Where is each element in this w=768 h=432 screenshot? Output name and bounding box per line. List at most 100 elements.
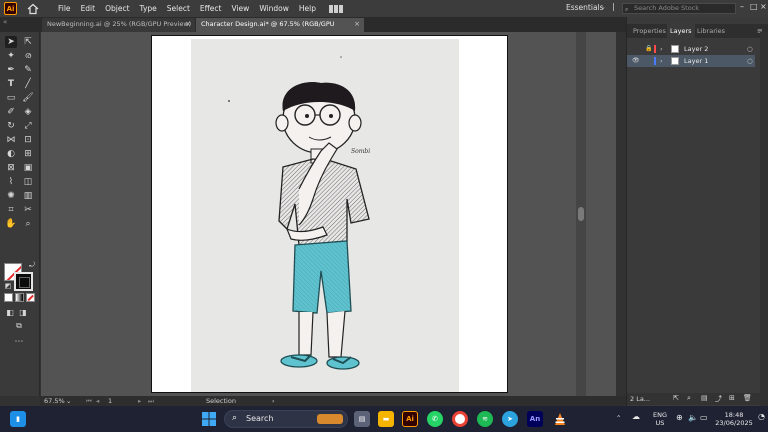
mesh-tool-icon[interactable]: ⊠ <box>5 162 17 174</box>
delete-layer-icon[interactable]: 🗑 <box>743 394 752 402</box>
artboard-tool-icon[interactable]: ⌗ <box>5 204 17 216</box>
first-artboard-icon[interactable]: ⏮ <box>86 397 92 406</box>
clock[interactable]: 18:48 23/06/2025 <box>714 411 754 427</box>
magic-wand-tool-icon[interactable]: ✦ <box>5 50 17 62</box>
gradient-mode-icon[interactable] <box>15 293 24 302</box>
shape-builder-tool-icon[interactable]: ◐ <box>5 148 17 160</box>
close-tab-icon[interactable]: × <box>185 18 191 31</box>
chevron-down-icon[interactable]: ⌄ <box>66 397 71 405</box>
stroke-swatch[interactable] <box>14 272 33 291</box>
globe-icon[interactable]: ⊕ <box>676 414 683 422</box>
arrange-documents-icon[interactable] <box>329 4 343 13</box>
rotate-tool-icon[interactable]: ↻ <box>5 120 17 132</box>
lasso-tool-icon[interactable]: ര <box>22 50 34 62</box>
menu-object[interactable]: Object <box>100 4 134 13</box>
target-icon[interactable]: ○ <box>747 43 753 55</box>
maximize-icon[interactable]: □ <box>750 2 758 11</box>
volume-icon[interactable]: 🔈 <box>688 414 698 422</box>
slice-tool-icon[interactable]: ✂ <box>22 204 34 216</box>
rectangle-tool-icon[interactable]: ▭ <box>5 92 17 104</box>
menu-view[interactable]: View <box>227 4 255 13</box>
eraser-tool-icon[interactable]: ◈ <box>22 106 34 118</box>
new-layer-icon[interactable]: ⊞ <box>729 394 735 402</box>
width-tool-icon[interactable]: ⋈ <box>5 134 17 146</box>
tab-newbeginning[interactable]: NewBeginning.ai @ 25% (RGB/GPU Preview) … <box>42 18 195 32</box>
hand-tool-icon[interactable]: ✋ <box>5 218 17 230</box>
widgets-icon[interactable]: ▮ <box>10 411 26 427</box>
menu-effect[interactable]: Effect <box>195 4 227 13</box>
minimize-icon[interactable]: – <box>740 2 744 11</box>
previous-artboard-icon[interactable]: ◂ <box>96 397 99 405</box>
zoom-tool-icon[interactable]: ⌕ <box>22 218 34 230</box>
close-tab-icon[interactable]: × <box>354 18 360 31</box>
task-view-icon[interactable]: ▤ <box>354 411 370 427</box>
collapse-panel-icon[interactable]: « <box>3 18 7 26</box>
pen-tool-icon[interactable]: ✒ <box>5 64 17 76</box>
menu-type[interactable]: Type <box>135 4 162 13</box>
default-fill-stroke-icon[interactable]: ◩ <box>2 280 14 292</box>
scale-tool-icon[interactable]: ⤢ <box>22 120 34 132</box>
stock-search-input[interactable]: ⌕ Search Adobe Stock <box>622 3 736 14</box>
layer-name[interactable]: Layer 1 <box>684 55 708 67</box>
gradient-tool-icon[interactable]: ▣ <box>22 162 34 174</box>
more-tools-icon[interactable]: ⋯ <box>13 336 25 348</box>
chevron-right-icon[interactable]: › <box>660 55 663 67</box>
sketch-image[interactable]: Sombi <box>191 39 459 392</box>
selection-tool-icon[interactable]: ➤ <box>5 36 17 48</box>
eyedropper-tool-icon[interactable]: ⌇ <box>5 176 17 188</box>
notification-icon[interactable]: ◔ <box>758 413 765 421</box>
chrome-icon[interactable] <box>452 411 468 427</box>
artboard-number[interactable]: 1 <box>108 397 112 405</box>
start-icon[interactable] <box>201 411 217 427</box>
menu-edit[interactable]: Edit <box>76 4 101 13</box>
home-icon[interactable] <box>27 3 39 15</box>
layer-row-layer-1[interactable]: 👁 › Layer 1 ○ <box>627 55 755 67</box>
whatsapp-icon[interactable]: ✆ <box>427 411 443 427</box>
export-icon[interactable]: ⇱ <box>673 394 679 402</box>
document-canvas[interactable]: Sombi <box>41 32 616 396</box>
weather-icon[interactable]: ☁ <box>632 413 640 421</box>
telegram-icon[interactable]: ➤ <box>502 411 518 427</box>
canvas-vertical-scrollbar[interactable] <box>576 32 586 396</box>
swap-fill-stroke-icon[interactable]: ⤾ <box>26 259 38 271</box>
tab-libraries[interactable]: Libraries <box>697 24 725 38</box>
animate-icon[interactable]: An <box>527 411 543 427</box>
shaper-tool-icon[interactable]: ✐ <box>5 106 17 118</box>
symbol-sprayer-tool-icon[interactable]: ✺ <box>5 190 17 202</box>
zoom-level[interactable]: 67.5% <box>44 397 65 405</box>
menu-help[interactable]: Help <box>294 4 321 13</box>
tab-layers[interactable]: Layers <box>667 24 695 38</box>
free-transform-tool-icon[interactable]: ⊡ <box>22 134 34 146</box>
eye-icon[interactable]: 👁 <box>632 55 640 67</box>
screen-mode-icon[interactable]: ⧉ <box>13 320 25 332</box>
draw-normal-icon[interactable]: ◧ <box>4 306 16 318</box>
clipping-mask-icon[interactable]: ▤ <box>701 394 708 402</box>
line-tool-icon[interactable]: ╱ <box>22 78 34 90</box>
chevron-right-icon[interactable]: › <box>660 43 663 55</box>
next-artboard-icon[interactable]: ▸ <box>138 397 141 405</box>
scrollbar-thumb[interactable] <box>578 207 584 221</box>
target-icon[interactable]: ○ <box>747 55 753 67</box>
direct-selection-tool-icon[interactable]: ⇱ <box>22 36 34 48</box>
illustrator-icon[interactable]: Ai <box>402 411 418 427</box>
lock-icon[interactable]: 🔒 <box>645 43 652 55</box>
close-icon[interactable]: × <box>760 2 767 11</box>
menu-select[interactable]: Select <box>162 4 195 13</box>
chevron-right-icon[interactable]: › <box>272 397 275 405</box>
chevron-down-icon[interactable]: ⌄ <box>600 3 606 11</box>
perspective-grid-tool-icon[interactable]: ⊞ <box>22 148 34 160</box>
menu-window[interactable]: Window <box>254 4 294 13</box>
column-graph-tool-icon[interactable]: ▥ <box>22 190 34 202</box>
color-mode-icon[interactable] <box>4 293 13 302</box>
artboard[interactable]: Sombi <box>151 35 508 393</box>
file-explorer-icon[interactable]: ▬ <box>378 411 394 427</box>
blend-tool-icon[interactable]: ◫ <box>22 176 34 188</box>
chevron-up-icon[interactable]: ⌃ <box>616 414 621 422</box>
curvature-tool-icon[interactable]: ✎ <box>22 64 34 76</box>
tab-character-design[interactable]: Character Design.ai* @ 67.5% (RGB/GPU Pr… <box>196 18 364 41</box>
type-tool-icon[interactable]: T <box>5 78 17 90</box>
taskbar-search[interactable]: ⌕ Search <box>224 410 348 428</box>
workspace-switcher[interactable]: Essentials <box>566 3 604 12</box>
panel-scrollbar[interactable] <box>760 32 768 406</box>
vlc-icon[interactable] <box>552 411 568 427</box>
